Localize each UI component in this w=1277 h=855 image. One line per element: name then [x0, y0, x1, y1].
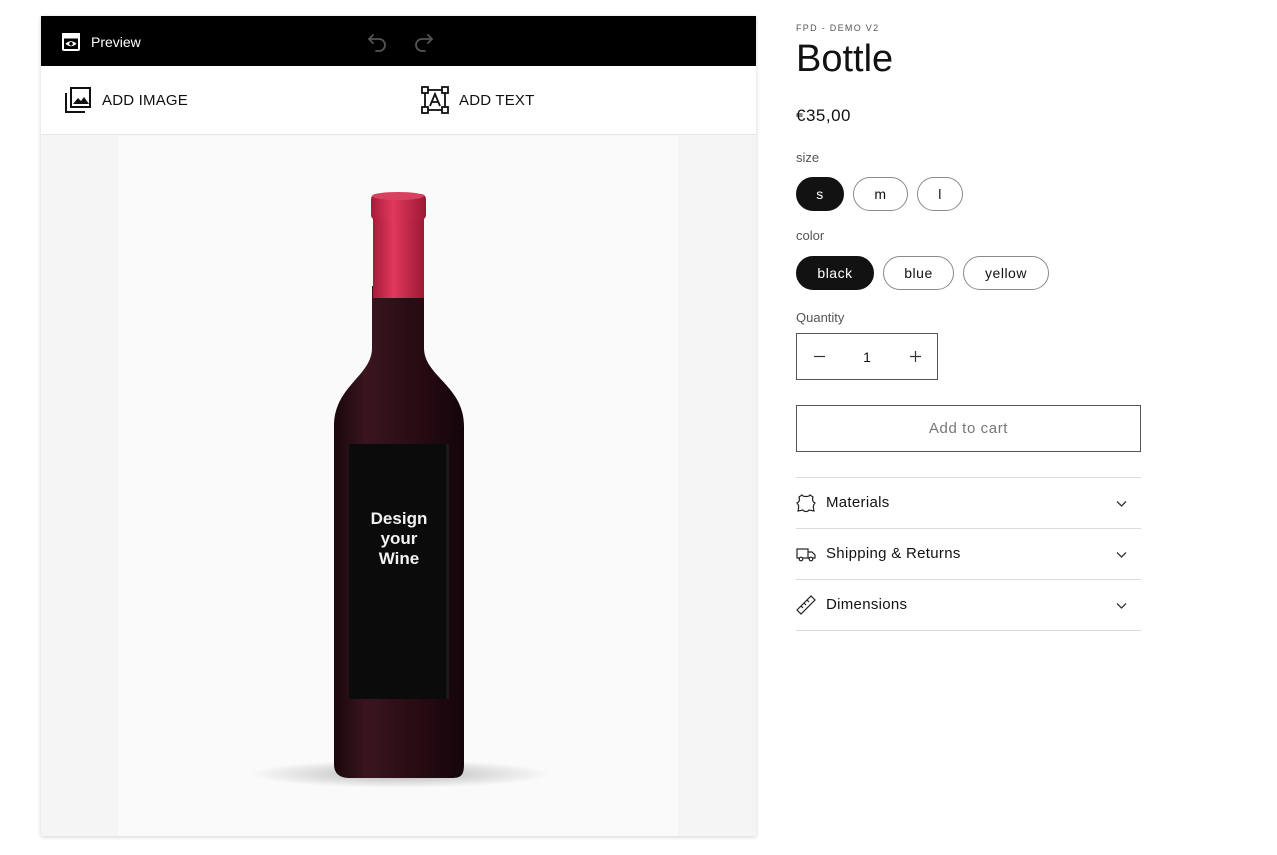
size-option-l[interactable]: l	[917, 177, 963, 211]
accordion-dimensions-label: Dimensions	[826, 596, 908, 613]
color-option-black[interactable]: black	[796, 256, 874, 290]
image-icon	[65, 87, 91, 113]
chevron-down-icon	[1116, 501, 1127, 507]
eye-icon	[62, 33, 80, 51]
undo-icon[interactable]	[365, 30, 389, 54]
accordion-shipping-returns[interactable]: Shipping & Returns	[796, 528, 1141, 579]
ruler-icon	[796, 595, 816, 615]
preview-button[interactable]: Preview	[61, 31, 141, 53]
quantity-stepper	[796, 333, 938, 380]
add-text-button[interactable]: ADD TEXT	[421, 85, 535, 115]
size-option-s[interactable]: s	[796, 177, 844, 211]
quantity-input[interactable]	[841, 334, 893, 379]
accordion-dimensions[interactable]: Dimensions	[796, 579, 1141, 631]
label-text-line-2[interactable]: your	[381, 529, 418, 548]
label-text-line-1[interactable]: Design	[371, 509, 428, 528]
preview-label: Preview	[91, 34, 141, 50]
decrease-quantity-button[interactable]	[797, 334, 841, 379]
add-image-label: ADD IMAGE	[102, 91, 188, 109]
leather-icon	[796, 494, 816, 513]
color-label: color	[796, 228, 825, 243]
size-label: size	[796, 150, 820, 165]
accordion-shipping-label: Shipping & Returns	[826, 545, 961, 562]
add-image-button[interactable]: ADD IMAGE	[64, 85, 188, 115]
chevron-down-icon	[1116, 552, 1127, 558]
color-option-blue[interactable]: blue	[883, 256, 954, 290]
truck-icon	[796, 548, 816, 562]
product-price: €35,00	[796, 106, 851, 125]
product-title: Bottle	[796, 38, 894, 80]
add-text-label: ADD TEXT	[459, 91, 535, 109]
design-stage[interactable]: Design your Wine	[118, 136, 678, 836]
increase-quantity-button[interactable]	[893, 334, 937, 379]
product-designer: Preview ADD IMAGE ADD TEXT Design your W…	[41, 16, 756, 836]
redo-icon[interactable]	[412, 30, 436, 54]
label-text-line-3[interactable]: Wine	[379, 549, 419, 568]
wine-bottle-mockup: Design your Wine	[250, 192, 550, 788]
add-to-cart-button[interactable]: Add to cart	[796, 405, 1141, 452]
chevron-down-icon	[1116, 603, 1127, 609]
accordion-materials-label: Materials	[826, 494, 890, 511]
designer-toolbar: Preview	[41, 16, 756, 66]
product-vendor: FPD - DEMO V2	[796, 23, 880, 33]
quantity-label: Quantity	[796, 310, 845, 325]
plus-icon	[909, 351, 921, 362]
minus-icon	[813, 355, 825, 358]
color-option-yellow[interactable]: yellow	[963, 256, 1049, 290]
designer-actions: ADD IMAGE ADD TEXT	[41, 66, 756, 135]
accordion-materials[interactable]: Materials	[796, 477, 1141, 528]
text-box-icon	[421, 86, 449, 114]
size-option-m[interactable]: m	[853, 177, 908, 211]
